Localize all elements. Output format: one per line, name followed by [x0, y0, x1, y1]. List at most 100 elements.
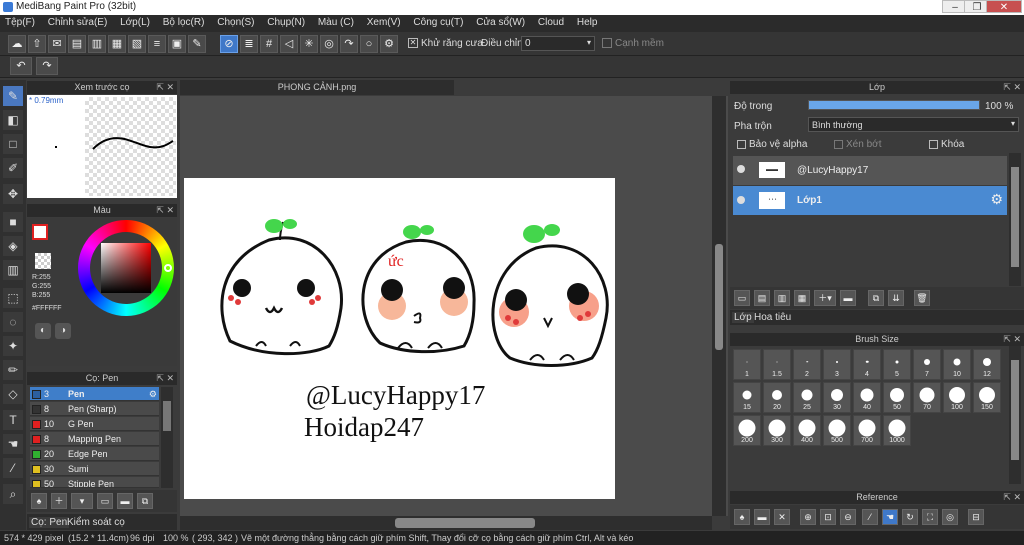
document-icon[interactable]: ▤ [68, 35, 86, 53]
brush-add-icon[interactable]: ♠ [31, 493, 47, 509]
folder-icon[interactable]: ▬ [840, 290, 856, 306]
brush-size-cell[interactable]: 400 [793, 415, 821, 446]
menu-cloud[interactable]: Cloud [533, 15, 569, 30]
new-halftone-layer-icon[interactable]: ▤ [754, 290, 770, 306]
snap-settings-icon[interactable]: ⚙ [380, 35, 398, 53]
eye-icon[interactable] [737, 196, 745, 204]
brush-row[interactable]: 3 Pen ⚙ [30, 387, 159, 401]
snap-radial-icon[interactable]: ✳ [300, 35, 318, 53]
share-icon[interactable]: ⇧ [28, 35, 46, 53]
brush-row[interactable]: 30 Sumi [30, 462, 159, 476]
tab-layer[interactable]: Lớp [732, 312, 754, 323]
brush-size-cell[interactable]: 150 [973, 382, 1001, 413]
primary-color-swatch[interactable] [32, 224, 48, 240]
folder-icon[interactable]: ▬ [117, 493, 133, 509]
trash-icon[interactable]: 🗑 [914, 290, 930, 306]
color-square[interactable] [101, 243, 151, 293]
panel-close-icon[interactable]: ⇱ ✕ [1003, 81, 1021, 94]
menu-color[interactable]: Màu (C) [313, 15, 359, 30]
zoom-tool-icon[interactable]: ⌕ [3, 484, 23, 504]
grid-icon[interactable]: ▦ [108, 35, 126, 53]
layer-row[interactable]: ◔◔◔ Lớp1 ⚙ [733, 186, 1007, 215]
menu-help[interactable]: Help [572, 15, 603, 30]
brush-size-cell[interactable]: 25 [793, 382, 821, 413]
brush-size-cell[interactable]: 1000 [883, 415, 911, 446]
menu-tools[interactable]: Công cụ(T) [408, 15, 468, 30]
document-tab[interactable]: PHONG CẢNH.png [180, 80, 454, 95]
brush-size-cell[interactable]: 300 [763, 415, 791, 446]
hue-handle[interactable] [164, 264, 172, 272]
lock-checkbox[interactable] [929, 140, 938, 149]
brush-row[interactable]: 50 Stipple Pen [30, 477, 159, 488]
brush-size-cell[interactable]: 200 [733, 415, 761, 446]
brush-size-cell[interactable]: 1.5 [763, 349, 791, 380]
magic-wand-tool-icon[interactable]: ✦ [3, 336, 23, 356]
brush-copy-icon[interactable]: ▭ [97, 493, 113, 509]
layer-scrollbar[interactable] [1009, 153, 1021, 286]
brush-list-scrollbar[interactable] [161, 387, 173, 488]
palette-settings-icon[interactable]: ◑ [55, 323, 71, 339]
lasso-tool-icon[interactable]: ◌ [3, 312, 23, 332]
zoom-out-icon[interactable]: ⊖ [840, 509, 856, 525]
zoom-in-icon[interactable]: ⊕ [800, 509, 816, 525]
antialias-checkbox[interactable]: ✕ [408, 38, 418, 48]
brush-size-cell[interactable]: 50 [883, 382, 911, 413]
snap-circle-icon[interactable]: ◎ [320, 35, 338, 53]
brush-size-cell[interactable]: 12 [973, 349, 1001, 380]
gradient-tool-icon[interactable]: ▥ [3, 260, 23, 280]
blend-select[interactable]: Bình thường ▾ [808, 117, 1019, 132]
brush-menu-icon[interactable]: ▾ [71, 493, 93, 509]
brush-row[interactable]: 8 Mapping Pen [30, 432, 159, 446]
duplicate-layer-icon[interactable]: ⧉ [868, 290, 884, 306]
menu-edit[interactable]: Chỉnh sửa(E) [43, 15, 113, 30]
eraser-tool-icon[interactable]: ◧ [3, 110, 23, 130]
panel-icon[interactable]: ▧ [128, 35, 146, 53]
brush-size-cell[interactable]: 30 [823, 382, 851, 413]
chat-icon[interactable]: ✉ [48, 35, 66, 53]
layer-row[interactable]: ▬▬ @LucyHappy17 [733, 156, 1007, 185]
protect-alpha-checkbox[interactable] [737, 140, 746, 149]
snap-cross-icon[interactable]: # [260, 35, 278, 53]
new-1bit-layer-icon[interactable]: ▦ [794, 290, 810, 306]
brush-size-cell[interactable]: 10 [943, 349, 971, 380]
snap-vanish-icon[interactable]: ◁ [280, 35, 298, 53]
move-tool-icon[interactable]: ✥ [3, 184, 23, 204]
brush-size-cell[interactable]: 3 [823, 349, 851, 380]
menu-snap[interactable]: Chụp(N) [262, 15, 310, 30]
eye-icon[interactable] [737, 165, 745, 173]
bucket-tool-icon[interactable]: ◈ [3, 236, 23, 256]
merge-layer-icon[interactable]: ⇊ [888, 290, 904, 306]
new-layer-icon[interactable]: ▭ [734, 290, 750, 306]
menu-filter[interactable]: Bộ lọc(R) [158, 15, 210, 30]
canvas[interactable]: ức @LucyHappy17 Hoidap247 [184, 178, 615, 499]
brush-size-cell[interactable]: 5 [883, 349, 911, 380]
palette-icon[interactable]: ◐ [35, 323, 51, 339]
eyedropper-icon[interactable]: ⁄ [862, 509, 878, 525]
close-icon[interactable]: ✕ [774, 509, 790, 525]
adjust-select[interactable]: 0 ▾ [521, 36, 595, 51]
brush-size-cell[interactable]: 20 [763, 382, 791, 413]
snap-off-icon[interactable]: ⊘ [220, 35, 238, 53]
select-eraser-tool-icon[interactable]: ◇ [3, 384, 23, 404]
reset-icon[interactable]: ◎ [942, 509, 958, 525]
eyedropper-tool-icon[interactable]: ⁄ [3, 458, 23, 478]
brush-size-cell[interactable]: 700 [853, 415, 881, 446]
menu-select[interactable]: Chọn(S) [212, 15, 259, 30]
menu-window[interactable]: Cửa sổ(W) [471, 15, 530, 30]
brush-size-cell[interactable]: 40 [853, 382, 881, 413]
gear-icon[interactable]: ⚙ [990, 191, 1003, 208]
brush-size-cell[interactable]: 1 [733, 349, 761, 380]
brush-row[interactable]: 20 Edge Pen [30, 447, 159, 461]
gear-icon[interactable]: ⚙ [149, 387, 157, 401]
brush-row[interactable]: 10 G Pen [30, 417, 159, 431]
clip-checkbox[interactable] [834, 140, 843, 149]
menu-file[interactable]: Tệp(F) [0, 15, 40, 30]
fit-screen-icon[interactable]: ⛶ [922, 509, 938, 525]
panel-close-icon[interactable]: ⇱ ✕ [156, 81, 174, 94]
brush-tool-icon[interactable]: ✎ [3, 86, 23, 106]
brush-size-cell[interactable]: 2 [793, 349, 821, 380]
edge-checkbox[interactable] [602, 38, 612, 48]
snap-ellipse-icon[interactable]: ○ [360, 35, 378, 53]
vscroll-thumb[interactable] [715, 244, 723, 350]
canvas-hscrollbar[interactable] [180, 516, 712, 530]
